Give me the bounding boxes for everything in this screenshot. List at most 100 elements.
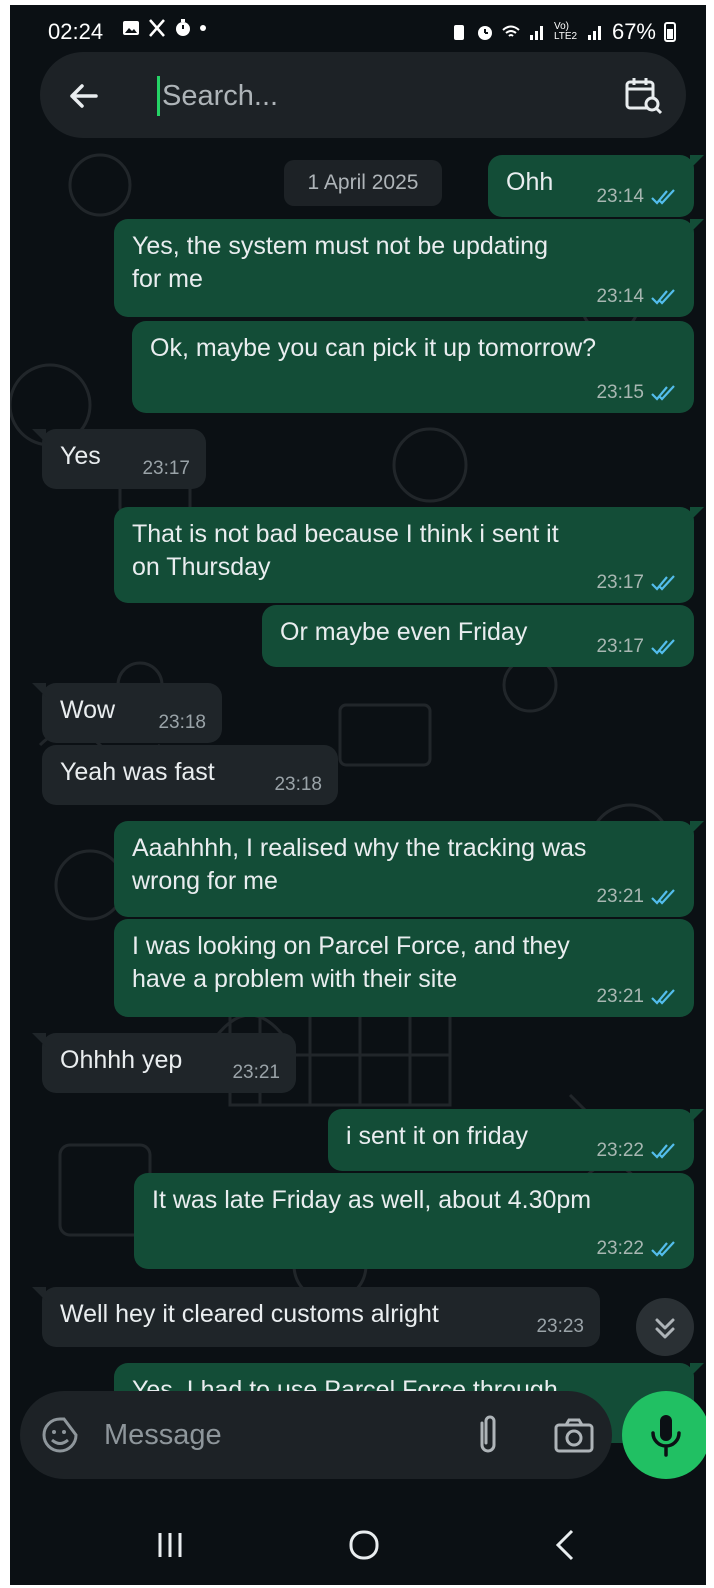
message-text: Well hey it cleared customs alright — [60, 1300, 439, 1328]
read-ticks-icon — [651, 639, 675, 655]
incoming-message[interactable]: Wow 23:18 — [32, 683, 222, 743]
bubble-tail — [32, 1033, 46, 1047]
bubble-tail — [32, 429, 46, 443]
message-meta: 23:14 — [596, 187, 678, 207]
read-ticks-icon — [651, 189, 675, 205]
gallery-icon — [123, 21, 139, 35]
network-type: Vo) LTE2 — [553, 21, 578, 42]
outgoing-message[interactable]: i sent it on friday 23:22 — [328, 1109, 704, 1171]
mic-button[interactable] — [622, 1391, 706, 1479]
calendar-search-icon[interactable] — [622, 74, 664, 116]
bubble-tail — [690, 821, 704, 835]
search-bar — [40, 52, 686, 138]
battery-icon — [664, 22, 676, 42]
outgoing-message[interactable]: It was late Friday as well, about 4.30pm… — [134, 1173, 694, 1269]
nav-back-icon[interactable] — [546, 1525, 586, 1565]
outgoing-message[interactable]: I was looking on Parcel Force, and they … — [114, 919, 694, 1017]
status-notifications — [122, 19, 206, 37]
bubble-tail — [690, 1109, 704, 1123]
message-meta: 23:21 — [596, 987, 678, 1007]
more-notifications-dot — [200, 25, 206, 31]
message-text: i sent it on friday — [346, 1122, 529, 1150]
incoming-message[interactable]: Yeah was fast 23:18 — [42, 745, 338, 805]
bubble-tail — [690, 155, 704, 169]
message-time: 23:23 — [536, 1316, 584, 1337]
message-time: 23:17 — [142, 458, 190, 479]
message-text: Ohh — [506, 168, 554, 196]
outgoing-message[interactable]: Aaahhhh, I realised why the tracking was… — [114, 821, 704, 917]
message-meta: 23:17 — [596, 573, 678, 593]
message-text: It was late Friday as well, about 4.30pm — [152, 1186, 592, 1214]
incoming-message[interactable]: Yes 23:17 — [32, 429, 206, 489]
signal-icon-2 — [587, 26, 601, 40]
date-chip: 1 April 2025 — [284, 160, 442, 206]
double-chevron-down-icon — [655, 1318, 675, 1339]
battery-saver-icon — [453, 25, 464, 40]
message-time: 23:21 — [232, 1062, 280, 1083]
recent-apps-icon[interactable] — [150, 1525, 190, 1565]
incoming-message[interactable]: Well hey it cleared customs alright 23:23 — [32, 1287, 600, 1347]
message-meta: 23:21 — [596, 887, 678, 907]
message-meta: 23:23 — [536, 1317, 584, 1337]
read-ticks-icon — [651, 1143, 675, 1159]
message-time: 23:18 — [274, 774, 322, 795]
outgoing-message[interactable]: Ok, maybe you can pick it up tomorrow? 23… — [132, 321, 694, 413]
wifi-icon — [502, 25, 520, 37]
bubble-tail — [690, 219, 704, 233]
message-input[interactable] — [104, 1413, 444, 1457]
message-time: 23:17 — [596, 572, 644, 593]
message-text: That is not bad because I think i sent i… — [132, 520, 559, 581]
message-text: Yeah was fast — [60, 758, 215, 786]
outgoing-message[interactable]: That is not bad because I think i sent i… — [114, 507, 704, 603]
stopwatch-icon — [176, 19, 190, 36]
home-icon[interactable] — [344, 1525, 384, 1565]
mic-icon — [651, 1415, 681, 1457]
read-ticks-icon — [651, 1241, 675, 1257]
text-cursor — [157, 76, 160, 116]
message-meta: 23:17 — [142, 459, 190, 479]
arrow-left-icon[interactable] — [66, 78, 102, 114]
message-meta: 23:14 — [596, 287, 678, 307]
battery-percent: 67% — [611, 19, 656, 44]
message-text: Aaahhhh, I realised why the tracking was… — [132, 834, 587, 895]
message-time: 23:21 — [596, 886, 644, 907]
status-bar: 02:24 Vo) LTE2 67% — [10, 5, 706, 55]
message-time: 23:22 — [596, 1238, 644, 1259]
message-time: 23:17 — [596, 636, 644, 657]
bubble-tail — [690, 507, 704, 521]
message-time: 23:14 — [596, 286, 644, 307]
message-time: 23:22 — [596, 1140, 644, 1161]
message-meta: 23:18 — [158, 713, 206, 733]
message-meta: 23:18 — [274, 775, 322, 795]
outgoing-message[interactable]: Yes, the system must not be updating for… — [114, 219, 704, 317]
read-ticks-icon — [651, 575, 675, 591]
x-logo-icon — [149, 19, 165, 37]
search-input[interactable] — [158, 74, 562, 118]
message-meta: 23:22 — [596, 1141, 678, 1161]
message-text: Wow — [60, 696, 116, 724]
bubble-tail — [32, 683, 46, 697]
scroll-down-button[interactable] — [636, 1298, 694, 1356]
read-ticks-icon — [651, 385, 675, 401]
paperclip-icon[interactable] — [468, 1413, 508, 1457]
incoming-message[interactable]: Ohhhh yep 23:21 — [32, 1033, 296, 1093]
camera-icon[interactable] — [552, 1413, 596, 1457]
message-text: Ohhhh yep — [60, 1046, 183, 1074]
sticker-icon[interactable] — [40, 1415, 80, 1455]
read-ticks-icon — [651, 889, 675, 905]
message-meta: 23:15 — [596, 383, 678, 403]
message-meta: 23:17 — [596, 637, 678, 657]
read-ticks-icon — [651, 989, 675, 1005]
message-time: 23:15 — [596, 382, 644, 403]
outgoing-message[interactable]: Or maybe even Friday 23:17 — [262, 605, 694, 667]
signal-icon — [529, 26, 543, 40]
outgoing-message[interactable]: Ohh 23:14 — [488, 155, 704, 217]
message-text: Or maybe even Friday — [280, 618, 528, 646]
message-time: 23:14 — [596, 186, 644, 207]
message-text: I was looking on Parcel Force, and they … — [132, 932, 570, 993]
bubble-tail — [32, 1287, 46, 1301]
message-meta: 23:22 — [596, 1239, 678, 1259]
message-meta: 23:21 — [232, 1063, 280, 1083]
status-system-icons: Vo) LTE2 67% — [450, 19, 676, 45]
message-composer — [20, 1391, 612, 1479]
